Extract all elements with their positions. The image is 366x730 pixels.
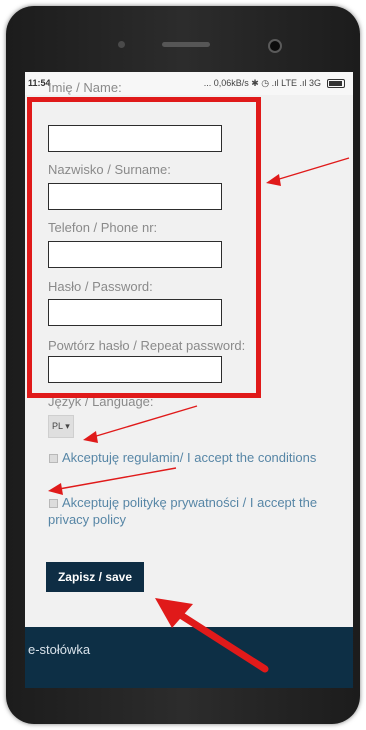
status-indicators: ... 0,06kB/s ✱ ◷ .ıl LTE .ıl 3G [203,78,321,88]
footer-brand: e-stołówka [28,642,91,657]
name-input[interactable] [48,125,222,152]
language-select[interactable]: PL ▾ [48,415,74,438]
language-label: Język / Language: [48,394,154,409]
earpiece-speaker [162,42,210,47]
phone-frame: 11:54 ... 0,06kB/s ✱ ◷ .ıl LTE .ıl 3G Im… [6,6,360,724]
phone-input[interactable] [48,241,222,268]
save-button[interactable]: Zapisz / save [46,562,144,592]
password-label: Hasło / Password: [48,279,153,294]
language-selected-value: PL [52,421,63,431]
accept-privacy-label[interactable]: Akceptuję politykę prywatności / I accep… [48,494,338,528]
dropdown-caret-icon: ▾ [65,421,70,431]
battery-icon [327,79,345,88]
password-input[interactable] [48,299,222,326]
name-label: Imię / Name: [48,80,122,95]
footer: e-stołówka [25,627,353,688]
accept-terms-label[interactable]: Akceptuję regulamin/ I accept the condit… [48,449,338,466]
surname-input[interactable] [48,183,222,210]
sensor-dot [118,41,125,48]
repeat-password-label: Powtórz hasło / Repeat password: [48,338,246,353]
repeat-password-input[interactable] [48,356,222,383]
phone-screen: 11:54 ... 0,06kB/s ✱ ◷ .ıl LTE .ıl 3G Im… [25,72,353,688]
front-camera [268,39,282,53]
phone-label: Telefon / Phone nr: [48,220,158,235]
surname-label: Nazwisko / Surname: [48,162,171,177]
